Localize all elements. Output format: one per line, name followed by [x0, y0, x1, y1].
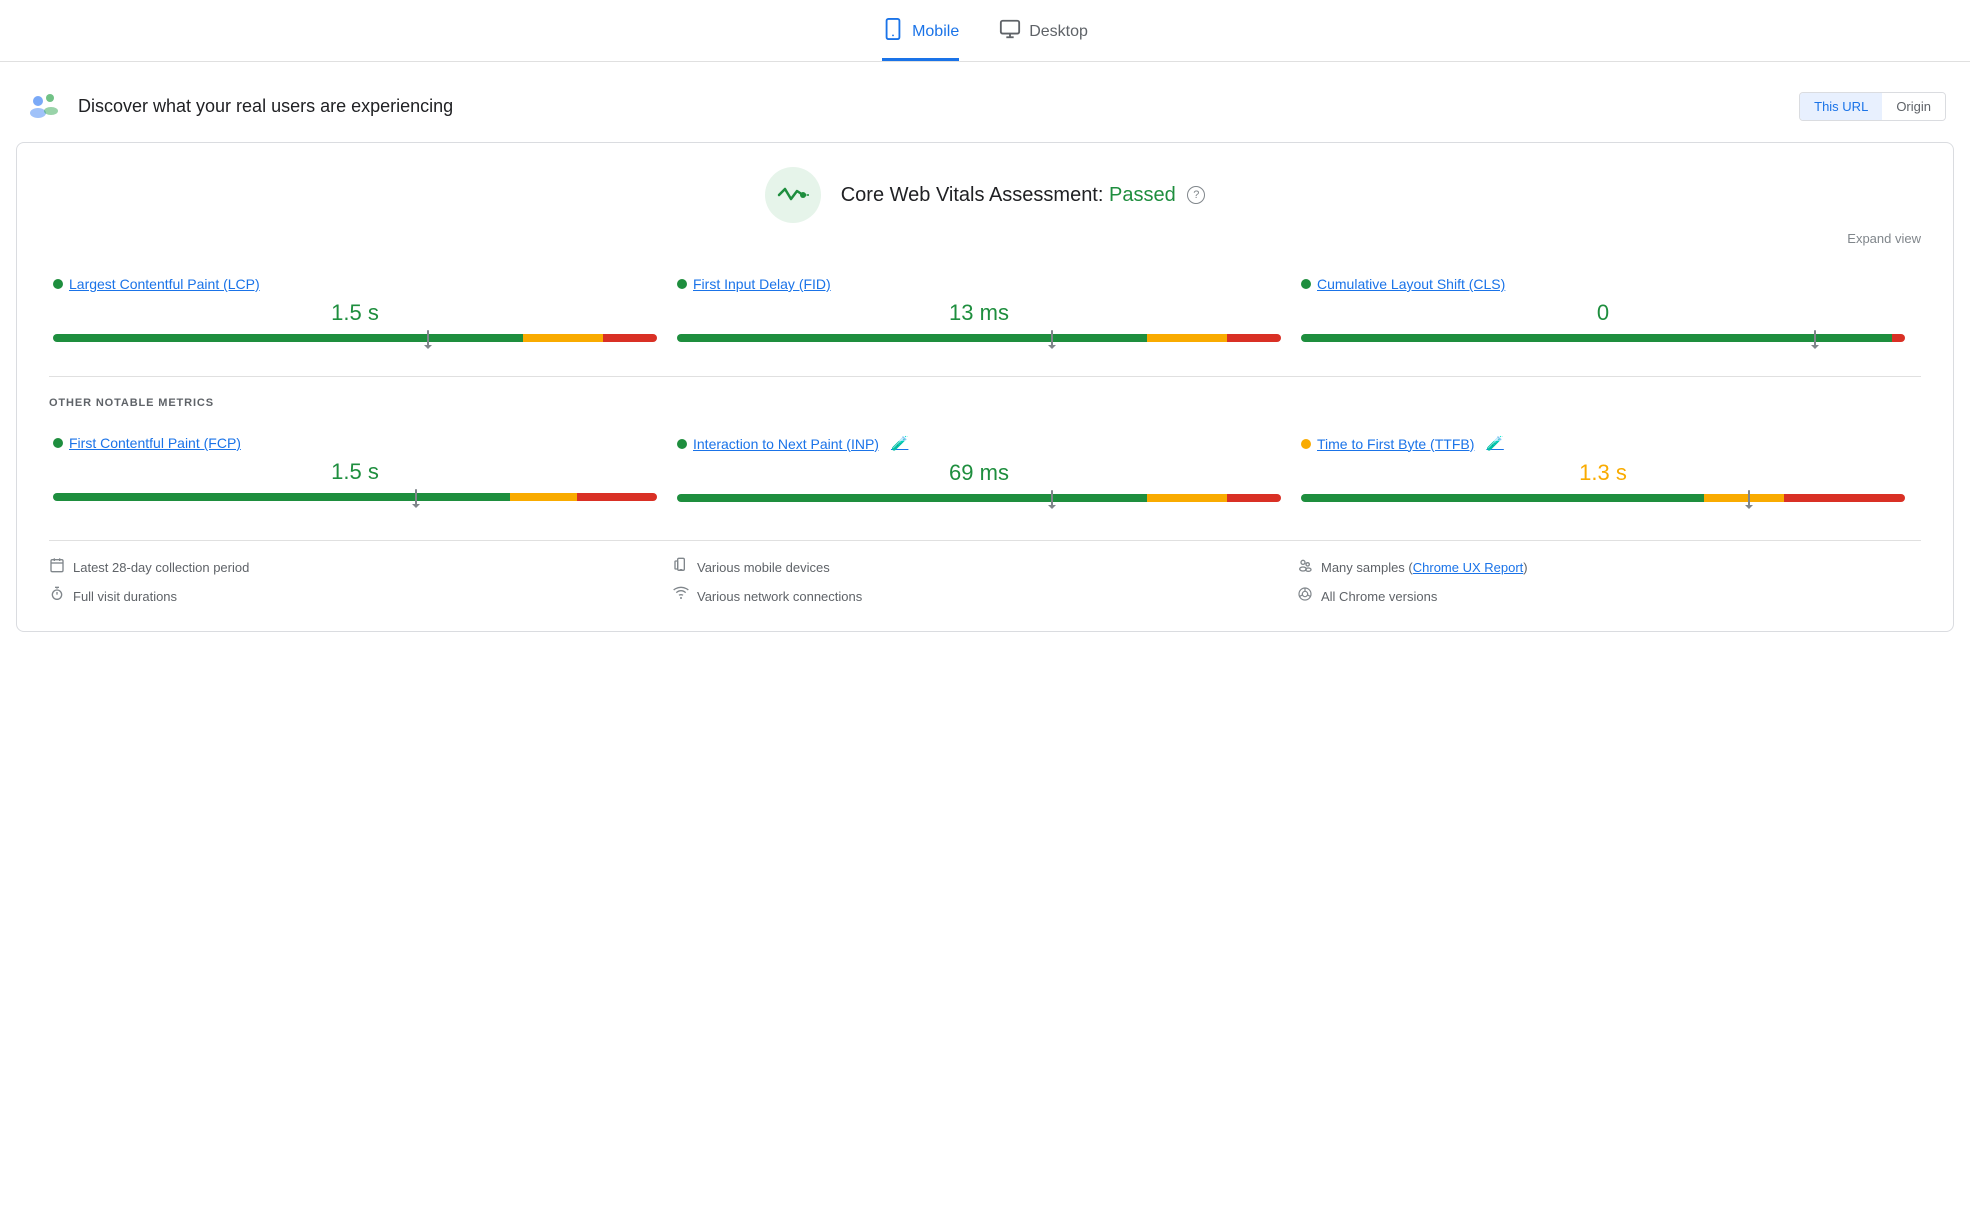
- metric-dot-ttfb: [1301, 439, 1311, 449]
- mobile-devices-icon: [673, 557, 689, 578]
- calendar-icon: [49, 557, 65, 578]
- metric-value-fid: 13 ms: [677, 300, 1281, 326]
- cwv-status: Passed: [1109, 184, 1176, 206]
- metric-name-cls[interactable]: Cumulative Layout Shift (CLS): [1301, 276, 1905, 292]
- cwv-help-icon[interactable]: ?: [1187, 186, 1205, 204]
- footer-chrome-versions: All Chrome versions: [1297, 586, 1921, 607]
- metric-dot-fid: [677, 279, 687, 289]
- metric-item-fid: First Input Delay (FID) 13 ms: [673, 266, 1297, 356]
- footer-col-2: Various mobile devices Various network c…: [673, 557, 1297, 607]
- metric-dot-lcp: [53, 279, 63, 289]
- desktop-icon: [999, 18, 1021, 46]
- footer-network: Various network connections: [673, 586, 1297, 607]
- footer-col-3: Many samples (Chrome UX Report) All Chro…: [1297, 557, 1921, 607]
- lab-icon: 🧪: [891, 435, 908, 452]
- metric-item-cls: Cumulative Layout Shift (CLS) 0: [1297, 266, 1921, 356]
- other-metrics-label: OTHER NOTABLE METRICS: [49, 397, 1921, 409]
- footer-chrome-text: All Chrome versions: [1321, 589, 1437, 604]
- footer-mobile-devices: Various mobile devices: [673, 557, 1297, 578]
- cwv-header: Core Web Vitals Assessment: Passed ?: [49, 167, 1921, 223]
- users-icon: [24, 86, 64, 126]
- tab-desktop[interactable]: Desktop: [999, 18, 1088, 61]
- metric-value-cls: 0: [1301, 300, 1905, 326]
- expand-view-link[interactable]: Expand view: [49, 231, 1921, 246]
- metric-value-lcp: 1.5 s: [53, 300, 657, 326]
- chrome-ux-report-link[interactable]: Chrome UX Report: [1413, 560, 1524, 575]
- chrome-icon: [1297, 586, 1313, 607]
- section-header: Discover what your real users are experi…: [0, 86, 1970, 142]
- metric-item-inp: Interaction to Next Paint (INP) 🧪 69 ms: [673, 425, 1297, 516]
- core-metrics-grid: Largest Contentful Paint (LCP) 1.5 s Fir…: [49, 266, 1921, 356]
- section-title: Discover what your real users are experi…: [78, 96, 453, 117]
- footer-samples-text: Many samples (Chrome UX Report): [1321, 560, 1528, 575]
- network-icon: [673, 586, 689, 607]
- metric-name-fcp[interactable]: First Contentful Paint (FCP): [53, 435, 657, 451]
- metric-value-fcp: 1.5 s: [53, 459, 657, 485]
- footer-collection-text: Latest 28-day collection period: [73, 560, 249, 575]
- metric-name-fid[interactable]: First Input Delay (FID): [677, 276, 1281, 292]
- metric-item-ttfb: Time to First Byte (TTFB) 🧪 1.3 s: [1297, 425, 1921, 516]
- cwv-title: Core Web Vitals Assessment: Passed ?: [841, 184, 1206, 207]
- cwv-icon-circle: [765, 167, 821, 223]
- metric-item-lcp: Largest Contentful Paint (LCP) 1.5 s: [49, 266, 673, 356]
- footer-col-1: Latest 28-day collection period Full vis…: [49, 557, 673, 607]
- origin-button[interactable]: Origin: [1882, 93, 1945, 120]
- footer-visit-durations: Full visit durations: [49, 586, 673, 607]
- metric-dot-fcp: [53, 438, 63, 448]
- footer-samples: Many samples (Chrome UX Report): [1297, 557, 1921, 578]
- samples-icon: [1297, 557, 1313, 578]
- metric-name-ttfb[interactable]: Time to First Byte (TTFB) 🧪: [1301, 435, 1905, 452]
- timer-icon: [49, 586, 65, 607]
- metric-name-lcp[interactable]: Largest Contentful Paint (LCP): [53, 276, 657, 292]
- tab-mobile[interactable]: Mobile: [882, 18, 959, 61]
- tab-desktop-label: Desktop: [1029, 23, 1088, 41]
- footer-mobile-text: Various mobile devices: [697, 560, 830, 575]
- other-metrics-grid: First Contentful Paint (FCP) 1.5 s Inter…: [49, 425, 1921, 516]
- lab-icon: 🧪: [1486, 435, 1503, 452]
- mobile-icon: [882, 18, 904, 46]
- metrics-divider: [49, 376, 1921, 377]
- footer-network-text: Various network connections: [697, 589, 862, 604]
- tab-mobile-label: Mobile: [912, 23, 959, 41]
- metric-dot-inp: [677, 439, 687, 449]
- footer-collection-period: Latest 28-day collection period: [49, 557, 673, 578]
- metric-value-ttfb: 1.3 s: [1301, 460, 1905, 486]
- footer-visit-text: Full visit durations: [73, 589, 177, 604]
- metric-name-inp[interactable]: Interaction to Next Paint (INP) 🧪: [677, 435, 1281, 452]
- metric-item-fcp: First Contentful Paint (FCP) 1.5 s: [49, 425, 673, 516]
- url-origin-toggle: This URL Origin: [1799, 92, 1946, 121]
- device-tabs: Mobile Desktop: [0, 0, 1970, 62]
- main-card: Core Web Vitals Assessment: Passed ? Exp…: [16, 142, 1954, 632]
- metric-dot-cls: [1301, 279, 1311, 289]
- metric-value-inp: 69 ms: [677, 460, 1281, 486]
- info-footer: Latest 28-day collection period Full vis…: [49, 540, 1921, 607]
- this-url-button[interactable]: This URL: [1800, 93, 1882, 120]
